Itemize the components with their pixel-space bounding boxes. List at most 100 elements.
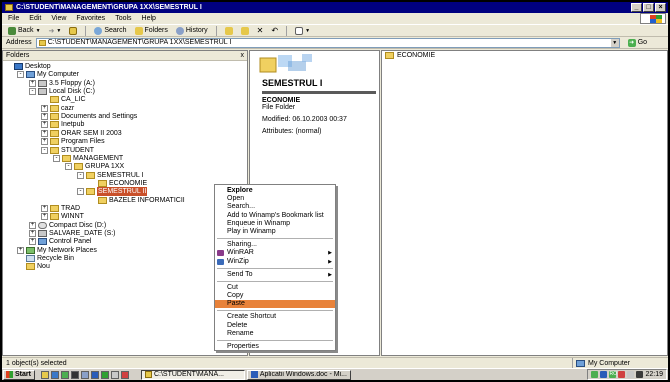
toolbar-separator [85,25,87,36]
menu-tools[interactable]: Tools [115,15,131,22]
taskbar-button-word[interactable]: Aplicatii Windows.doc - Mi... [246,369,351,380]
drive-icon [38,230,47,237]
network-tray-icon[interactable] [591,371,599,378]
language-indicator[interactable]: RO [609,371,617,378]
context-menu-item-sharing[interactable]: Sharing... [215,241,335,249]
expand-icon[interactable]: + [29,221,36,229]
context-menu-item-add-to-winamp-s-bookmark-list[interactable]: Add to Winamp's Bookmark list [215,212,335,220]
taskbar-button-explorer[interactable]: C:\STUDENT\MANA... [140,369,245,380]
collapse-icon[interactable]: - [77,171,84,179]
folder-icon [50,204,59,212]
menu-help[interactable]: Help [142,15,156,22]
start-button[interactable]: Start [3,369,35,380]
context-menu-item-play-in-winamp[interactable]: Play in Winamp [215,228,335,236]
copy-to-icon [240,26,249,35]
status-text: 1 object(s) selected [6,359,67,367]
collapse-icon[interactable]: - [77,188,84,196]
clock: 22:19 [645,371,663,378]
collapse-icon[interactable]: - [41,146,48,154]
collapse-icon[interactable]: - [65,163,72,171]
folder-icon [50,121,59,129]
context-menu-item-explore[interactable]: Explore [215,187,335,195]
explorer-quicklaunch-icon[interactable] [40,370,49,379]
context-menu-item-delete[interactable]: Delete [215,322,335,330]
excel-quicklaunch-icon[interactable] [100,370,109,379]
expand-icon[interactable]: + [41,129,48,137]
expand-icon[interactable]: + [41,113,48,121]
move-to-button[interactable] [223,25,235,36]
maximize-button[interactable]: □ [643,3,654,12]
context-menu-item-winzip[interactable]: WinZip ▶ [215,258,335,266]
context-menu-item-cut[interactable]: Cut [215,284,335,292]
context-menu-item-search[interactable]: Search... [215,203,335,211]
close-button[interactable]: × [655,3,666,12]
undo-button[interactable]: ↶ [269,25,280,36]
desktop-quicklaunch-icon[interactable] [80,370,89,379]
tree-node[interactable]: BAZELE INFORMATICII [89,196,185,205]
folders-button[interactable]: Folders [133,25,170,36]
volume-tray-icon[interactable] [627,371,635,378]
tree-node-label: Nou [37,263,50,271]
forward-button[interactable]: ➜ ▼ [47,25,64,36]
context-menu-item-properties[interactable]: Properties [215,343,335,351]
back-arrow-icon [8,26,16,35]
folder-icon [50,104,59,112]
collapse-icon[interactable]: - [17,71,24,79]
copy-to-button[interactable] [239,25,251,36]
tree-node[interactable]: Nou [17,262,50,271]
expand-icon[interactable]: + [29,230,36,237]
tool-quicklaunch-icon[interactable] [110,370,119,379]
cmd-quicklaunch-icon[interactable] [70,370,79,379]
up-button[interactable] [67,25,79,36]
expand-icon[interactable]: + [29,79,36,87]
drive-icon [38,88,47,96]
expand-icon[interactable]: + [41,104,48,112]
history-button[interactable]: History [174,25,210,36]
computer-icon [26,71,35,79]
folder-icon [50,113,59,121]
menu-view[interactable]: View [51,15,66,22]
expand-icon[interactable]: + [41,204,48,212]
word-quicklaunch-icon[interactable] [90,370,99,379]
expand-icon[interactable]: + [29,238,36,246]
list-item[interactable]: ECONOMIE [385,52,435,59]
undo-icon: ↶ [271,26,279,35]
context-menu-item-paste[interactable]: Paste [215,300,335,309]
app-quicklaunch-icon[interactable] [60,370,69,379]
address-input[interactable]: C:\STUDENT\MANAGEMENT\GRUPA 1XX\SEMESTRU… [35,37,620,48]
folder-icon [86,188,95,196]
context-menu-item-send-to[interactable]: Send To ▶ [215,271,335,279]
views-button[interactable]: ▼ [293,25,312,36]
app2-quicklaunch-icon[interactable] [120,370,129,379]
expand-icon[interactable]: + [41,213,48,221]
app-tray-icon[interactable] [600,371,608,378]
context-menu-item-rename[interactable]: Rename [215,330,335,338]
back-button[interactable]: Back ▼ [6,25,43,36]
collapse-icon[interactable]: - [53,154,60,162]
context-menu-item-open[interactable]: Open [215,195,335,203]
expand-icon[interactable]: + [41,138,48,146]
context-menu-item-winrar[interactable]: WinRAR ▶ [215,249,335,257]
antivirus-tray-icon[interactable] [618,371,626,378]
ie-quicklaunch-icon[interactable] [50,370,59,379]
monitor-tray-icon[interactable] [636,371,644,378]
cd-icon [38,221,47,229]
floppy-icon [38,79,47,87]
menu-favorites[interactable]: Favorites [76,15,105,22]
expand-icon[interactable]: + [41,121,48,129]
expand-icon[interactable]: + [17,246,24,254]
delete-button[interactable]: ✕ [255,25,266,36]
collapse-icon[interactable]: - [29,88,36,96]
close-pane-button[interactable]: x [241,51,245,61]
up-folder-icon [69,26,78,35]
context-menu-item-copy[interactable]: Copy [215,292,335,300]
context-menu-item-enqueue-in-winamp[interactable]: Enqueue in Winamp [215,220,335,228]
minimize-button[interactable]: _ [631,3,642,12]
address-dropdown-button[interactable]: ▼ [610,38,619,47]
menu-file[interactable]: File [8,15,19,22]
context-menu-item-create-shortcut[interactable]: Create Shortcut [215,313,335,321]
go-button[interactable]: ➜ Go [627,38,647,47]
search-button[interactable]: Search [92,25,128,36]
menu-edit[interactable]: Edit [29,15,41,22]
title-bar[interactable]: C:\STUDENT\MANAGEMENT\GRUPA 1XX\SEMESTRU… [2,2,668,13]
